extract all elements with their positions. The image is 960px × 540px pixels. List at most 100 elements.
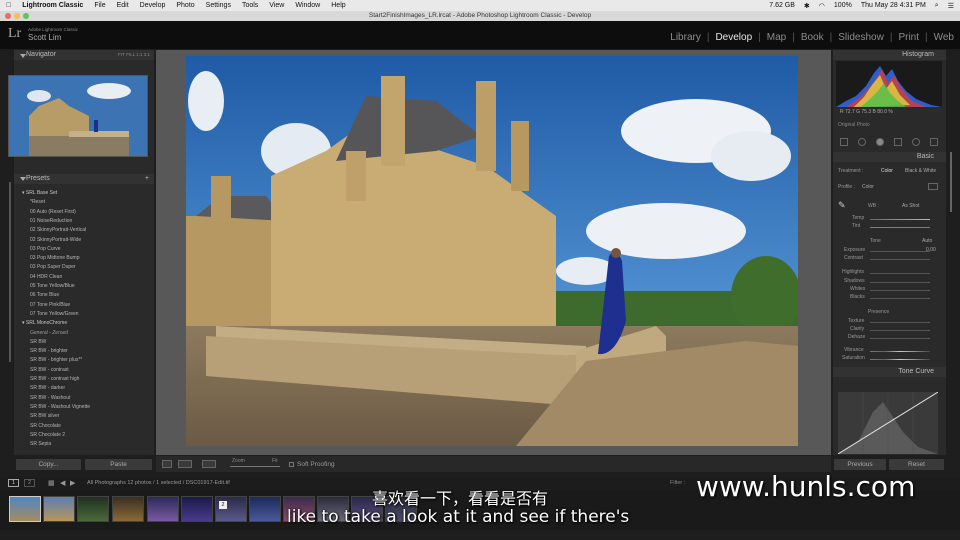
preset-item[interactable]: 03 Pop Midtone Bump <box>30 255 79 261</box>
blacks-slider[interactable] <box>870 298 930 299</box>
secondary-window-button[interactable]: 2 <box>24 479 35 487</box>
module-book[interactable]: Book <box>801 32 824 43</box>
preset-item[interactable]: 03 Pop Super Duper <box>30 264 76 270</box>
menu-file[interactable]: File <box>94 2 105 9</box>
filmstrip-thumbnail[interactable] <box>77 496 109 522</box>
graduated-filter-icon[interactable] <box>894 138 902 146</box>
temp-slider[interactable] <box>870 219 930 220</box>
preset-item[interactable]: SR BW - darker <box>30 385 65 391</box>
menu-app-name[interactable]: Lightroom Classic <box>22 2 83 9</box>
grid-view-icon[interactable]: ▦ <box>48 479 55 487</box>
saturation-slider[interactable] <box>870 359 930 360</box>
module-library[interactable]: Library <box>670 32 701 43</box>
exposure-value[interactable]: 0.00 <box>926 247 936 253</box>
preset-item[interactable]: 03 Pop Curve <box>30 246 61 252</box>
redeye-icon[interactable] <box>876 138 884 146</box>
preset-item[interactable]: *Reset <box>30 199 45 205</box>
zoom-fit[interactable]: FIT <box>118 52 125 57</box>
menu-tools[interactable]: Tools <box>242 2 258 9</box>
whites-slider[interactable] <box>870 290 930 291</box>
exposure-slider[interactable] <box>870 251 930 252</box>
presets-header[interactable]: Presets + <box>14 174 154 184</box>
forward-arrow-icon[interactable]: ▶ <box>70 479 75 487</box>
menu-photo[interactable]: Photo <box>176 2 194 9</box>
filmstrip-thumbnail[interactable] <box>112 496 144 522</box>
treatment-bw-option[interactable]: Black & White <box>905 168 936 174</box>
basic-header[interactable]: Basic <box>833 152 946 162</box>
module-print[interactable]: Print <box>898 32 919 43</box>
radial-filter-icon[interactable] <box>912 138 920 146</box>
loupe-view-icon[interactable] <box>162 460 172 468</box>
previous-button[interactable]: Previous <box>834 459 886 470</box>
preset-item[interactable]: 07 Tone Yellow/Green <box>30 311 79 317</box>
paste-button[interactable]: Paste <box>85 459 152 470</box>
preset-item[interactable]: SR BW - contrast high <box>30 376 79 382</box>
wb-dropdown[interactable]: As Shot <box>902 203 920 209</box>
menu-develop[interactable]: Develop <box>140 2 166 9</box>
preset-item[interactable]: SR BW <box>30 339 46 345</box>
tone-curve-graph[interactable] <box>838 392 938 454</box>
filmstrip-source[interactable]: All Photographs 12 photos / 1 selected /… <box>87 480 230 486</box>
close-window-icon[interactable] <box>5 13 11 19</box>
soft-proofing-checkbox[interactable] <box>289 462 294 467</box>
crop-tool-icon[interactable] <box>840 138 848 146</box>
main-photo[interactable] <box>186 56 798 446</box>
zoom-slider[interactable] <box>230 466 280 467</box>
menu-help[interactable]: Help <box>331 2 345 9</box>
preset-item[interactable]: 02 SkinnyPortrait-Wide <box>30 237 81 243</box>
filmstrip-thumbnail[interactable] <box>181 496 213 522</box>
preset-item[interactable]: 07 Tone Pink/Blue <box>30 302 70 308</box>
before-after-view-icon[interactable] <box>178 460 192 468</box>
highlights-slider[interactable] <box>870 273 930 274</box>
histogram-header[interactable]: Histogram <box>833 50 946 60</box>
module-web[interactable]: Web <box>934 32 954 43</box>
filmstrip-thumbnail[interactable] <box>43 496 75 522</box>
preset-item[interactable]: 01 NoiseReduction <box>30 218 72 224</box>
tone-curve-header[interactable]: Tone Curve <box>833 367 946 377</box>
apple-menu-icon[interactable]:  <box>6 2 11 9</box>
preset-item[interactable]: SR BW - contrast <box>30 367 69 373</box>
profile-dropdown[interactable]: Color <box>862 184 874 190</box>
preset-item[interactable]: SR BW - brighter <box>30 348 68 354</box>
filmstrip-thumbnail[interactable] <box>249 496 281 522</box>
preset-item[interactable]: SR BW - brighter plus** <box>30 357 82 363</box>
histogram[interactable] <box>836 61 942 107</box>
filter-label[interactable]: Filter : <box>670 480 685 486</box>
clarity-slider[interactable] <box>870 330 930 331</box>
zoom-3-1[interactable]: 3:1 <box>144 52 150 57</box>
back-arrow-icon[interactable]: ◀ <box>60 479 65 487</box>
before-after-swap-icon[interactable] <box>202 460 216 468</box>
preset-item[interactable]: General - Zeroed <box>30 330 68 336</box>
preset-item[interactable]: SR BW - Washout Vignette <box>30 404 90 410</box>
filmstrip-thumbnail[interactable] <box>215 496 247 522</box>
original-photo-label[interactable]: Original Photo <box>838 122 870 128</box>
spotlight-icon[interactable]: ⌕ <box>935 2 939 10</box>
preset-item[interactable]: SR Sepia <box>30 441 51 447</box>
preset-item[interactable]: 04 HDR Clean <box>30 274 62 280</box>
add-preset-icon[interactable]: + <box>145 174 149 184</box>
dehaze-slider[interactable] <box>870 338 930 339</box>
preset-item[interactable]: 05 Tone Yellow/Blue <box>30 283 75 289</box>
reset-button[interactable]: Reset <box>889 459 944 470</box>
zoom-fill[interactable]: FILL <box>126 52 135 57</box>
treatment-color-option[interactable]: Color <box>881 168 893 174</box>
filmstrip-thumbnail[interactable] <box>9 496 41 522</box>
copy-button[interactable]: Copy... <box>16 459 81 470</box>
menu-settings[interactable]: Settings <box>206 2 231 9</box>
collapse-presets-icon[interactable] <box>20 177 26 181</box>
zoom-1-1[interactable]: 1:1 <box>136 52 142 57</box>
collapse-navigator-icon[interactable] <box>20 54 26 58</box>
preset-item[interactable]: SR BW - Washout <box>30 395 70 401</box>
notification-center-icon[interactable]: ☰ <box>948 2 954 10</box>
module-slideshow[interactable]: Slideshow <box>838 32 884 43</box>
tone-auto-button[interactable]: Auto <box>922 238 932 244</box>
preset-item[interactable]: SR Chocolate <box>30 423 61 429</box>
menu-edit[interactable]: Edit <box>117 2 129 9</box>
preset-item[interactable]: 02 SkinnyPortrait-Vertical <box>30 227 86 233</box>
preset-item[interactable]: 06 Tone Blue <box>30 292 59 298</box>
navigator-preview[interactable] <box>8 75 148 157</box>
adjustment-brush-icon[interactable] <box>930 138 938 146</box>
tint-slider[interactable] <box>870 227 930 228</box>
preset-item[interactable]: SR BW silver <box>30 413 59 419</box>
shadows-slider[interactable] <box>870 282 930 283</box>
